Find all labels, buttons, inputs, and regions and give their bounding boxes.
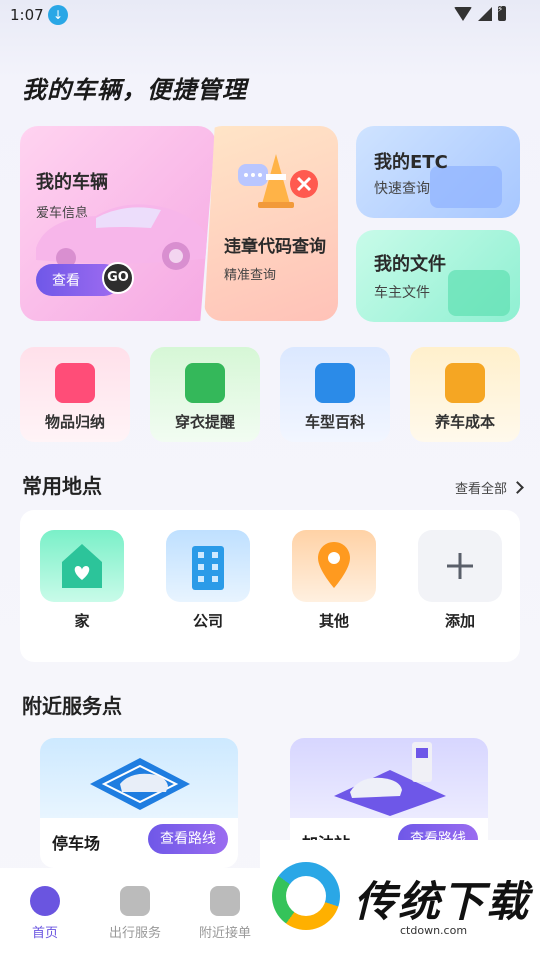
place-label: 其他 <box>318 612 349 630</box>
traffic-cone-icon <box>238 154 318 208</box>
nav-label: 附近接单 <box>198 926 251 941</box>
home-icon <box>40 530 124 602</box>
my-etc-card[interactable]: 我的ETC 快速查询 <box>356 126 520 218</box>
gift-box-icon <box>55 363 95 403</box>
status-bar: 1:07 ↓ <box>0 0 540 32</box>
location-pin-icon <box>292 530 376 602</box>
watermark: 传统下载 ctdown.com <box>260 840 540 960</box>
plus-icon <box>418 530 502 602</box>
place-other[interactable]: 其他 <box>292 530 376 631</box>
common-places-title: 常用地点 <box>22 474 102 498</box>
quick-item-label: 养车成本 <box>434 413 495 431</box>
files-title: 我的文件 <box>374 254 446 275</box>
wifi-icon <box>454 6 472 21</box>
violation-query-card[interactable]: 违章代码查询 精准查询 <box>204 126 338 321</box>
quick-item-clothing[interactable]: 穿衣提醒 <box>150 347 260 442</box>
taxi-order-icon <box>210 886 240 916</box>
view-vehicle-button[interactable]: 查看 GO <box>36 262 134 296</box>
place-label: 公司 <box>192 612 223 630</box>
car-book-icon <box>315 363 355 403</box>
place-label: 添加 <box>444 612 475 630</box>
watermark-logo-icon <box>272 862 340 930</box>
quick-item-label: 物品归纳 <box>44 413 105 431</box>
place-home[interactable]: 家 <box>40 530 124 631</box>
nearby-services-title: 附近服务点 <box>22 694 122 718</box>
my-vehicle-card[interactable]: 我的车辆 爱车信息 查看 GO <box>20 126 216 321</box>
quick-item-storage[interactable]: 物品归纳 <box>20 347 130 442</box>
nav-label: 出行服务 <box>108 926 161 941</box>
files-subtitle: 车主文件 <box>374 285 430 301</box>
my-files-card[interactable]: 我的文件 车主文件 <box>356 230 520 322</box>
etc-title: 我的ETC <box>374 152 448 173</box>
go-badge: GO <box>102 262 134 294</box>
download-icon: ↓ <box>48 5 68 25</box>
violation-subtitle: 精准查询 <box>224 268 277 283</box>
service-name: 停车场 <box>52 834 101 853</box>
quick-item-label: 车型百科 <box>304 413 365 431</box>
quick-item-cost[interactable]: 养车成本 <box>410 347 520 442</box>
nav-travel-service[interactable]: 出行服务 <box>95 886 175 941</box>
parking-lot-icon <box>40 738 238 818</box>
nav-home[interactable]: 首页 <box>5 886 85 941</box>
status-time: 1:07 <box>10 6 44 24</box>
watermark-text: 传统下载 <box>354 877 531 926</box>
chevron-right-icon <box>511 481 524 494</box>
page-title: 我的车辆，便捷管理 <box>22 76 247 104</box>
view-all-link[interactable]: 查看全部 <box>454 478 524 497</box>
place-company[interactable]: 公司 <box>166 530 250 631</box>
home-steering-icon <box>30 886 60 916</box>
status-icons <box>454 5 506 21</box>
view-all-label: 查看全部 <box>454 482 507 497</box>
gas-station-icon <box>290 738 488 818</box>
common-places-card: 家 公司 其他 添加 <box>20 510 520 662</box>
place-add[interactable]: 添加 <box>418 530 502 631</box>
view-vehicle-label: 查看 <box>52 273 80 289</box>
jacket-icon <box>185 363 225 403</box>
watermark-url: ctdown.com <box>400 924 468 937</box>
battery-icon <box>497 5 506 21</box>
nav-label: 首页 <box>31 926 58 941</box>
quick-item-label: 穿衣提醒 <box>174 413 235 431</box>
route-button[interactable]: 查看路线 <box>148 824 228 854</box>
building-icon <box>166 530 250 602</box>
money-bag-icon <box>445 363 485 403</box>
taxi-icon <box>120 886 150 916</box>
parking-lot-card[interactable]: 停车场 查看路线 <box>40 738 238 868</box>
signal-icon <box>478 6 492 21</box>
quick-item-car-wiki[interactable]: 车型百科 <box>280 347 390 442</box>
folder-icon <box>448 270 510 316</box>
nav-nearby-orders[interactable]: 附近接单 <box>185 886 265 941</box>
place-label: 家 <box>74 612 90 630</box>
violation-title: 违章代码查询 <box>224 237 326 257</box>
etc-subtitle: 快速查询 <box>374 181 430 197</box>
